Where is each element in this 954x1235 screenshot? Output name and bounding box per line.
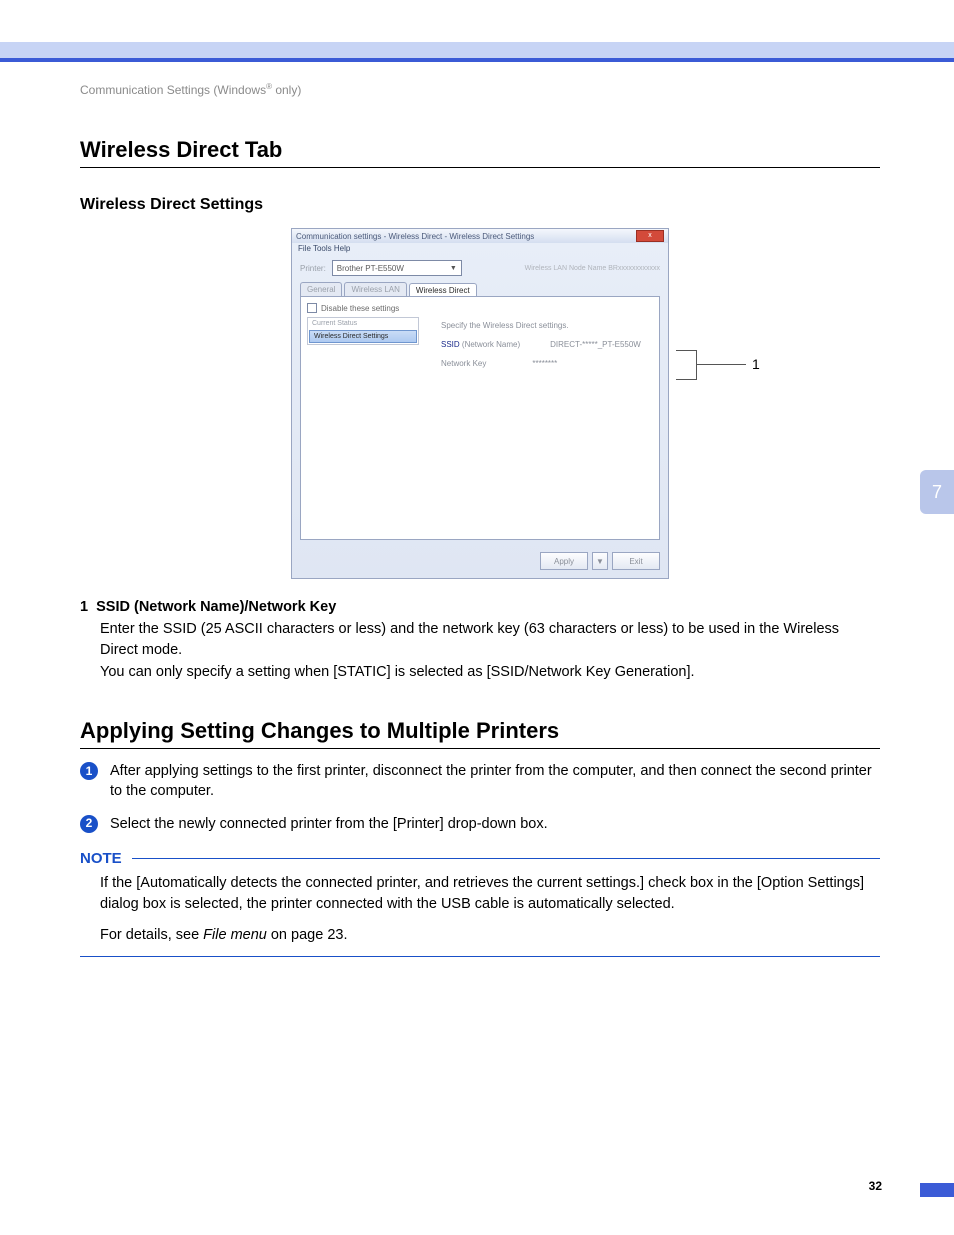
exit-button[interactable]: Exit bbox=[612, 552, 660, 570]
network-key-value: ******** bbox=[532, 359, 557, 368]
left-nav-box: Current Status Wireless Direct Settings bbox=[307, 317, 419, 345]
disable-settings-checkbox[interactable] bbox=[307, 303, 317, 313]
heading-applying-multiple: Applying Setting Changes to Multiple Pri… bbox=[80, 718, 880, 749]
note-p2-pre: For details, see bbox=[100, 927, 203, 943]
step-text-1: After applying settings to the first pri… bbox=[110, 761, 880, 802]
note-rule-top bbox=[132, 858, 880, 859]
definition-paragraph-1: Enter the SSID (25 ASCII characters or l… bbox=[100, 619, 880, 660]
step-badge-1: 1 bbox=[80, 762, 98, 780]
printer-value: Brother PT-E550W bbox=[337, 264, 404, 273]
note-p2-link[interactable]: File menu bbox=[203, 927, 267, 943]
left-nav-header: Current Status bbox=[308, 318, 418, 329]
chevron-down-icon: ▼ bbox=[450, 265, 457, 272]
breadcrumb: Communication Settings (Windows® only) bbox=[80, 82, 880, 97]
tab-general[interactable]: General bbox=[300, 282, 342, 296]
step-text-2: Select the newly connected printer from … bbox=[110, 814, 548, 834]
breadcrumb-text-post: only) bbox=[272, 83, 301, 97]
tab-wireless-lan[interactable]: Wireless LAN bbox=[344, 282, 406, 296]
note-p2-post: on page 23. bbox=[267, 927, 348, 943]
apply-button[interactable]: Apply bbox=[540, 552, 588, 570]
node-name-info: Wireless LAN Node Name BRxxxxxxxxxxxx bbox=[525, 265, 660, 272]
definition-number: 1 bbox=[80, 599, 88, 615]
callout-bracket bbox=[676, 350, 697, 380]
tab-wireless-direct[interactable]: Wireless Direct bbox=[409, 283, 477, 297]
note-label: NOTE bbox=[80, 850, 122, 867]
heading-wireless-direct-settings: Wireless Direct Settings bbox=[80, 196, 880, 214]
breadcrumb-text-pre: Communication Settings (Windows bbox=[80, 83, 266, 97]
printer-dropdown[interactable]: Brother PT-E550W ▼ bbox=[332, 260, 462, 276]
screenshot-wrap: Communication settings - Wireless Direct… bbox=[80, 228, 880, 579]
left-nav-item-selected[interactable]: Wireless Direct Settings bbox=[309, 330, 417, 343]
chapter-tab: 7 bbox=[920, 470, 954, 514]
apply-dropdown-button[interactable]: ▼ bbox=[592, 552, 608, 570]
tab-body: Disable these settings Current Status Wi… bbox=[300, 296, 660, 540]
note-paragraph-1: If the [Automatically detects the connec… bbox=[100, 873, 880, 915]
network-key-label: Network Key bbox=[441, 359, 486, 368]
ssid-sublabel: (Network Name) bbox=[462, 340, 520, 349]
printer-label: Printer: bbox=[300, 264, 326, 273]
note-paragraph-2: For details, see File menu on page 23. bbox=[100, 925, 880, 946]
window-title: Communication settings - Wireless Direct… bbox=[296, 232, 534, 241]
callout-line bbox=[696, 364, 746, 365]
right-pane-caption: Specify the Wireless Direct settings. bbox=[441, 321, 651, 330]
note-rule-bottom bbox=[80, 956, 880, 957]
menubar[interactable]: File Tools Help bbox=[292, 243, 668, 254]
definition-paragraph-2: You can only specify a setting when [STA… bbox=[100, 662, 880, 682]
header-rule bbox=[0, 58, 954, 62]
right-pane: Specify the Wireless Direct settings. SS… bbox=[441, 321, 651, 378]
disable-settings-label: Disable these settings bbox=[321, 304, 399, 313]
step-badge-2: 2 bbox=[80, 815, 98, 833]
settings-window: Communication settings - Wireless Direct… bbox=[291, 228, 669, 579]
titlebar: Communication settings - Wireless Direct… bbox=[292, 229, 668, 243]
ssid-value: DIRECT-*****_PT-E550W bbox=[550, 340, 641, 349]
heading-wireless-direct-tab: Wireless Direct Tab bbox=[80, 137, 880, 168]
page-number: 32 bbox=[869, 1179, 882, 1193]
close-icon[interactable]: x bbox=[636, 230, 664, 242]
definition-title: SSID (Network Name)/Network Key bbox=[96, 599, 336, 615]
footer-accent bbox=[920, 1183, 954, 1197]
callout-number-1: 1 bbox=[752, 356, 760, 372]
ssid-label: SSID bbox=[441, 340, 460, 349]
header-band bbox=[0, 42, 954, 58]
